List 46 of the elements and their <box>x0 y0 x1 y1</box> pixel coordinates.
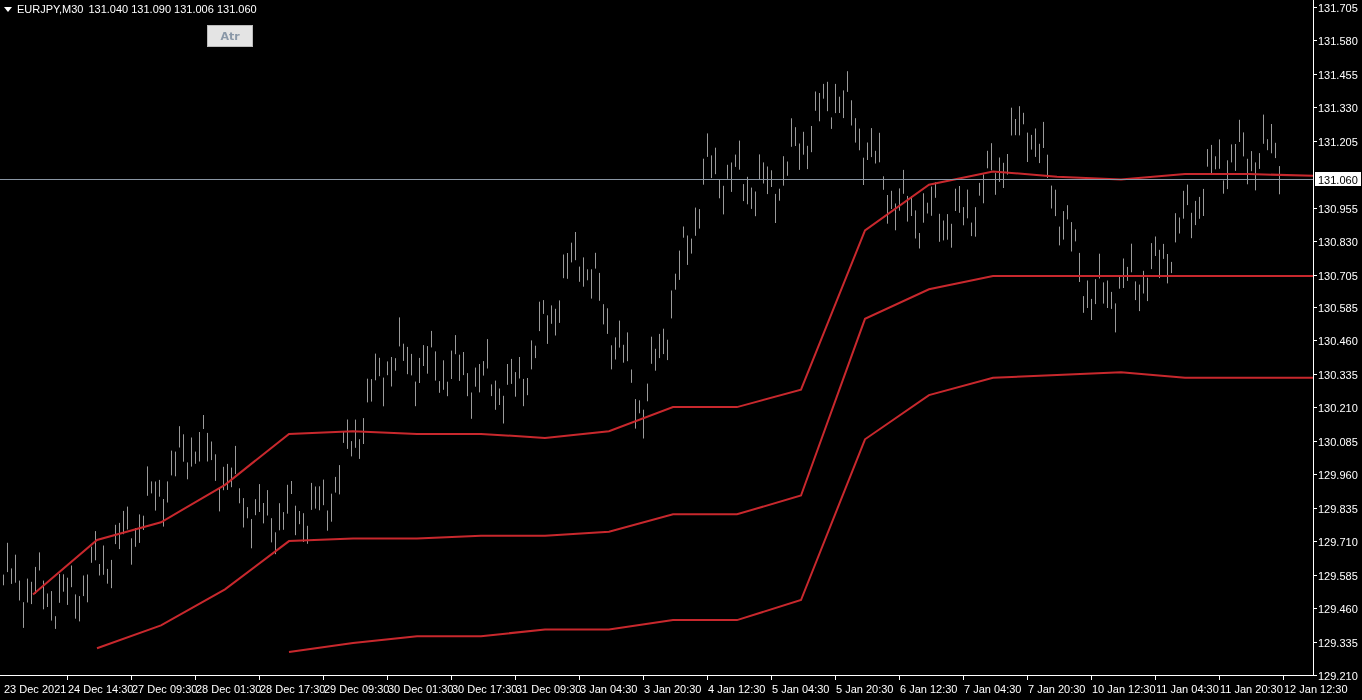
time-axis-label: 31 Dec 09:30 <box>516 683 582 695</box>
price-axis-label: 129.335 <box>1318 636 1358 649</box>
time-axis-label: 5 Jan 04:30 <box>772 683 830 695</box>
time-axis-label: 27 Dec 09:30 <box>132 683 198 695</box>
price-axis-label: 129.460 <box>1318 602 1358 615</box>
time-axis-label: 12 Jan 12:30 <box>1284 683 1348 695</box>
time-axis-label: 28 Dec 01:30 <box>196 683 262 695</box>
caret-icon[interactable] <box>4 6 12 12</box>
time-axis-label: 29 Dec 09:30 <box>324 683 390 695</box>
price-axis-label: 129.835 <box>1318 502 1358 515</box>
symbol-label: EURJPY,M30 <box>17 3 84 15</box>
price-axis-label: 130.335 <box>1318 368 1358 381</box>
time-axis-label: 11 Jan 20:30 <box>1220 683 1283 695</box>
price-axis-label: 129.210 <box>1318 669 1358 682</box>
time-axis-label: 10 Jan 12:30 <box>1092 683 1156 695</box>
price-axis-label: 131.455 <box>1318 68 1358 81</box>
price-axis-label: 130.210 <box>1318 401 1358 414</box>
time-axis-label: 3 Jan 20:30 <box>644 683 702 695</box>
current-price-label: 131.060 <box>1315 172 1361 186</box>
time-axis-label: 5 Jan 20:30 <box>836 683 894 695</box>
indicator-button[interactable]: Atr <box>207 25 253 47</box>
time-axis-label: 23 Dec 2021 <box>4 683 67 695</box>
price-axis-label: 129.710 <box>1318 535 1358 548</box>
price-axis-label: 130.830 <box>1318 235 1358 248</box>
time-axis-label: 4 Jan 12:30 <box>708 683 766 695</box>
time-axis-label: 28 Dec 17:30 <box>260 683 326 695</box>
quote-values: 131.040 131.090 131.006 131.060 <box>88 3 257 15</box>
price-axis-label: 130.460 <box>1318 334 1358 347</box>
time-axis-label: 7 Jan 04:30 <box>964 683 1022 695</box>
price-axis-label: 130.085 <box>1318 435 1358 448</box>
price-axis-label: 131.705 <box>1318 1 1358 14</box>
price-axis-label: 130.955 <box>1318 202 1358 215</box>
time-axis-label: 30 Dec 01:30 <box>388 683 454 695</box>
price-axis-label: 130.705 <box>1318 269 1358 282</box>
time-axis-label: 24 Dec 14:30 <box>68 683 134 695</box>
price-axis-label: 131.330 <box>1318 101 1358 114</box>
time-axis-label: 6 Jan 12:30 <box>900 683 958 695</box>
price-axis-label: 129.585 <box>1318 569 1358 582</box>
price-axis-label: 129.960 <box>1318 468 1358 481</box>
time-axis-label: 7 Jan 20:30 <box>1028 683 1086 695</box>
price-axis-label: 131.205 <box>1318 135 1358 148</box>
price-axis-label: 131.580 <box>1318 34 1358 47</box>
time-axis-label: 3 Jan 04:30 <box>580 683 638 695</box>
price-axis-label: 130.585 <box>1318 301 1358 314</box>
time-axis-label: 11 Jan 04:30 <box>1156 683 1219 695</box>
time-axis-label: 30 Dec 17:30 <box>452 683 518 695</box>
